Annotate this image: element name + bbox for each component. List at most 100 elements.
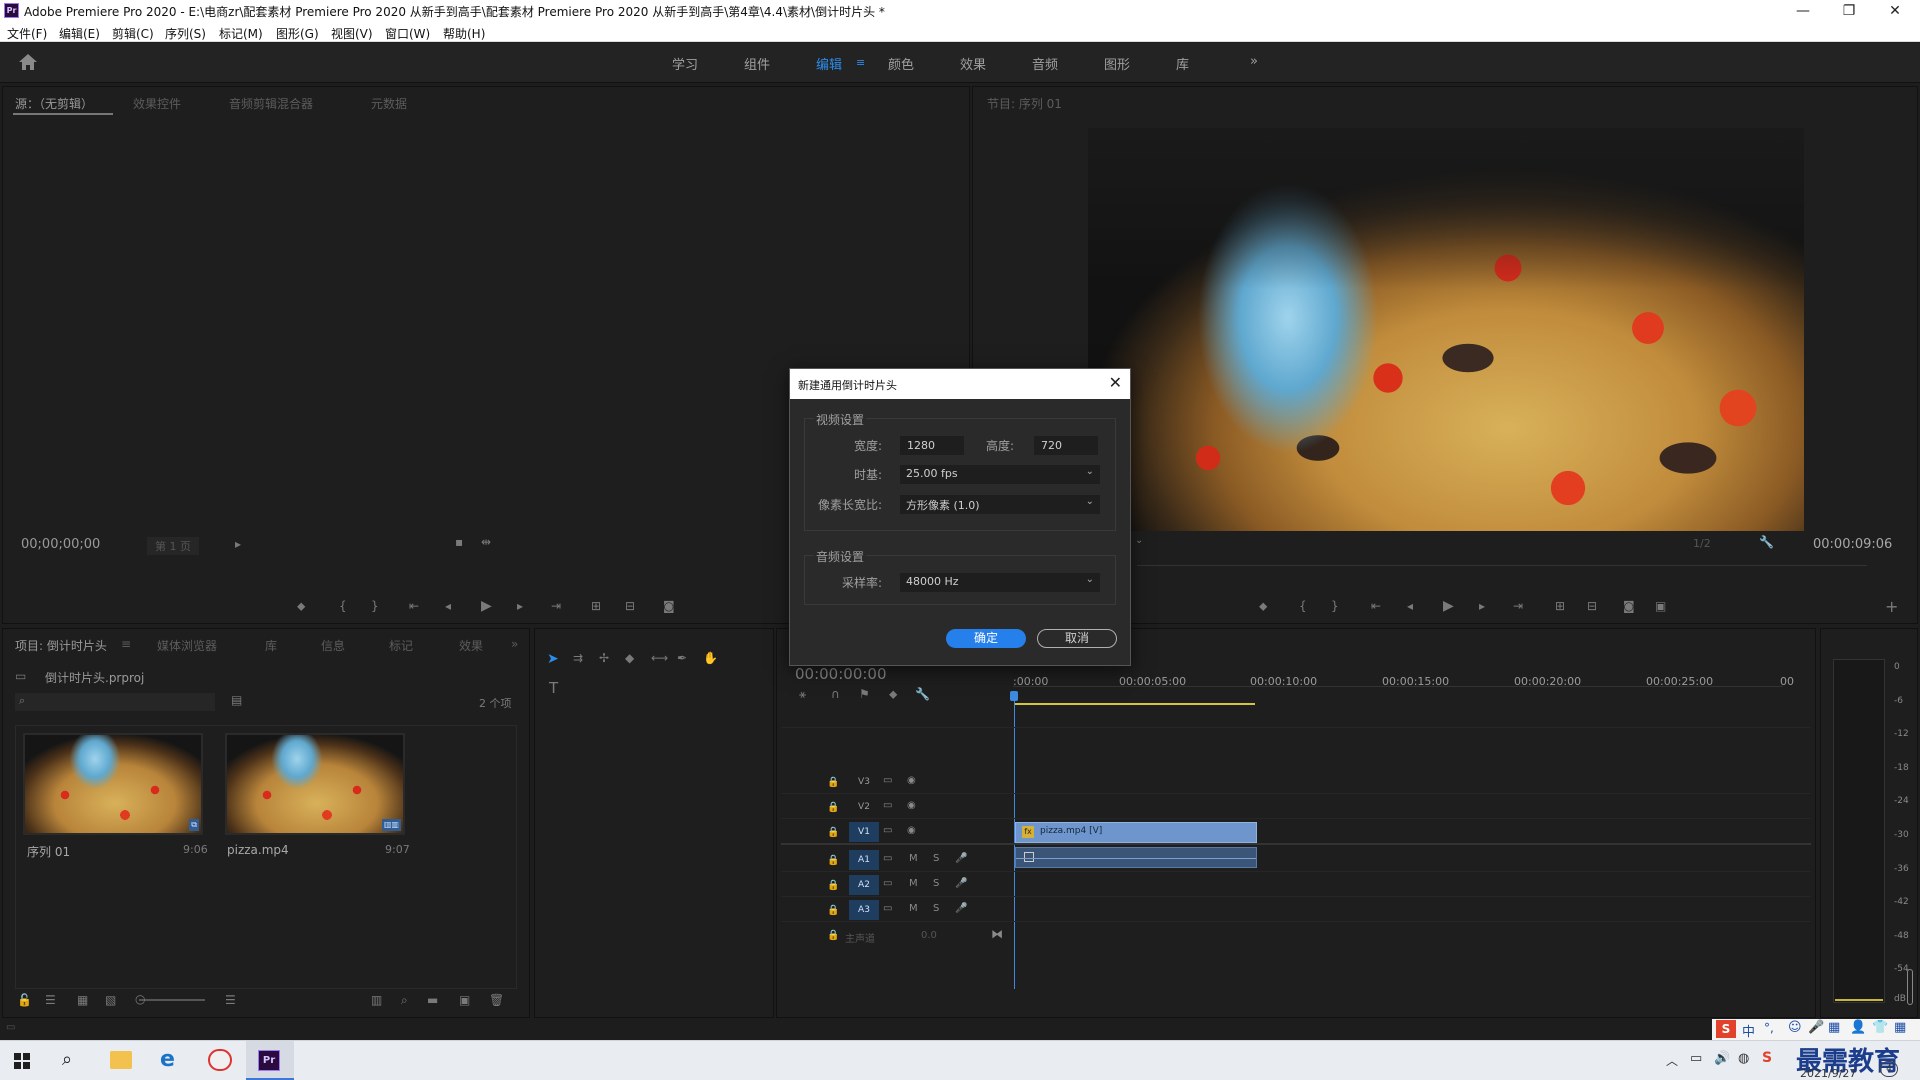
- a1-lock-icon[interactable]: 🔒: [827, 855, 839, 866]
- a3-mic-icon[interactable]: 🎤: [955, 903, 967, 914]
- zoom-slider[interactable]: [139, 999, 205, 1001]
- workspaces-overflow-icon[interactable]: »: [1250, 54, 1258, 69]
- snap-icon[interactable]: ∩: [831, 687, 840, 701]
- program-add-button-icon[interactable]: +: [1885, 597, 1898, 616]
- close-window-button[interactable]: ✕: [1872, 0, 1918, 22]
- go-to-in-icon[interactable]: ⇤: [409, 599, 419, 613]
- menu-view[interactable]: 视图(V): [331, 25, 373, 42]
- tab-libraries-panel[interactable]: 库: [265, 637, 277, 654]
- tab-info[interactable]: 信息: [321, 637, 345, 654]
- a1-mute-icon[interactable]: M: [909, 853, 918, 864]
- ime-grid-icon[interactable]: ▦: [1894, 1020, 1906, 1035]
- paint-app-icon[interactable]: [208, 1049, 232, 1071]
- tray-overflow-icon[interactable]: ︿: [1666, 1052, 1678, 1069]
- razor-tool-icon[interactable]: ◆: [625, 651, 634, 665]
- ime-user-icon[interactable]: 👤: [1850, 1020, 1866, 1035]
- tab-audio[interactable]: 音频: [1032, 54, 1058, 73]
- ime-voice-icon[interactable]: 🎤: [1808, 1020, 1824, 1035]
- a2-lock-icon[interactable]: 🔒: [827, 880, 839, 891]
- workspace-menu-icon[interactable]: ≡: [856, 56, 865, 69]
- comparison-view-icon[interactable]: ▣: [1655, 599, 1666, 613]
- source-page-select[interactable]: 第 1 页: [147, 537, 199, 555]
- track-a1[interactable]: A1: [849, 850, 879, 870]
- volume-icon[interactable]: 🔊: [1714, 1051, 1730, 1066]
- freeform-view-icon[interactable]: ▧: [105, 993, 116, 1007]
- program-timecode[interactable]: 00:00:09:06: [1813, 537, 1892, 552]
- program-step-back-icon[interactable]: ◂: [1407, 599, 1413, 613]
- ime-punct-icon[interactable]: °,: [1764, 1021, 1774, 1035]
- a3-sync-icon[interactable]: ▭: [883, 903, 892, 914]
- master-track-value[interactable]: 0.0: [921, 930, 937, 941]
- ime-mode[interactable]: 中: [1742, 1021, 1755, 1040]
- premiere-taskbar-button[interactable]: Pr: [246, 1041, 294, 1080]
- sogou-ime-icon[interactable]: S: [1716, 1020, 1736, 1038]
- nest-icon[interactable]: ⚹: [799, 687, 806, 702]
- master-lock-icon[interactable]: 🔒: [827, 930, 839, 941]
- v1-sync-icon[interactable]: ▭: [883, 825, 892, 836]
- tab-audio-clip-mixer[interactable]: 音频剪辑混合器: [229, 95, 313, 112]
- dialog-close-icon[interactable]: ✕: [1109, 373, 1122, 392]
- mark-out-icon[interactable]: }: [371, 599, 379, 613]
- new-item-icon[interactable]: ▣: [459, 993, 470, 1007]
- a3-mute-icon[interactable]: M: [909, 903, 918, 914]
- add-marker-icon[interactable]: ⬥: [297, 599, 305, 614]
- track-a2[interactable]: A2: [849, 875, 879, 895]
- program-add-marker-icon[interactable]: ⬥: [1259, 599, 1267, 614]
- tab-learning[interactable]: 学习: [672, 54, 698, 73]
- v2-sync-icon[interactable]: ▭: [883, 800, 892, 811]
- tab-media-browser[interactable]: 媒体浏览器: [157, 637, 217, 654]
- file-explorer-icon[interactable]: [110, 1051, 132, 1069]
- sort-icon[interactable]: ☰: [225, 993, 236, 1007]
- tab-program[interactable]: 节目: 序列 01: [987, 95, 1062, 112]
- icon-view-icon[interactable]: ▦: [77, 993, 88, 1007]
- ime-toolbar[interactable]: S 中 °, ☺ 🎤 ▦ 👤 👕 ▦: [1712, 1019, 1920, 1040]
- ok-button[interactable]: 确定: [946, 629, 1026, 648]
- sample-rate-select[interactable]: 48000 Hz ⌄: [900, 573, 1100, 592]
- a3-lock-icon[interactable]: 🔒: [827, 905, 839, 916]
- windows-start-icon[interactable]: [14, 1053, 30, 1069]
- program-go-to-out-icon[interactable]: ⇥: [1513, 599, 1523, 613]
- insert-icon[interactable]: ⊞: [591, 599, 601, 613]
- restore-button[interactable]: ❐: [1826, 0, 1872, 22]
- v2-eye-icon[interactable]: ◉: [907, 800, 916, 811]
- v3-eye-icon[interactable]: ◉: [907, 775, 916, 786]
- tab-effects-panel[interactable]: 效果: [459, 637, 483, 654]
- automate-to-sequence-icon[interactable]: ▥: [371, 993, 382, 1007]
- project-bin-area[interactable]: [15, 725, 517, 989]
- a2-sync-icon[interactable]: ▭: [883, 878, 892, 889]
- menu-window[interactable]: 窗口(W): [385, 25, 430, 42]
- tab-editing[interactable]: 编辑: [816, 54, 842, 73]
- network-icon[interactable]: ▭: [1690, 1051, 1702, 1066]
- a2-mute-icon[interactable]: M: [909, 878, 918, 889]
- export-frame-icon[interactable]: ◙: [663, 599, 675, 613]
- play-icon[interactable]: ▶: [481, 598, 492, 614]
- wrench-icon[interactable]: 🔧: [1759, 535, 1774, 549]
- go-to-out-icon[interactable]: ⇥: [551, 599, 561, 613]
- type-tool-icon[interactable]: T: [549, 679, 558, 697]
- height-input[interactable]: [1034, 436, 1098, 455]
- ripple-edit-tool-icon[interactable]: ✢: [599, 651, 609, 665]
- menu-graphics[interactable]: 图形(G): [276, 25, 319, 42]
- tab-graphics[interactable]: 图形: [1104, 54, 1130, 73]
- linked-selection-icon[interactable]: ⚑: [859, 687, 870, 701]
- width-input[interactable]: [900, 436, 964, 455]
- tab-metadata[interactable]: 元数据: [371, 95, 407, 112]
- lock-icon[interactable]: 🔓: [17, 993, 32, 1007]
- overwrite-icon[interactable]: ⊟: [625, 599, 635, 613]
- v2-lock-icon[interactable]: 🔒: [827, 802, 839, 813]
- program-play-icon[interactable]: ▶: [1443, 598, 1454, 614]
- v3-sync-icon[interactable]: ▭: [883, 775, 892, 786]
- trash-icon[interactable]: 🗑: [489, 993, 504, 1007]
- a2-mic-icon[interactable]: 🎤: [955, 878, 967, 889]
- program-zoom-select[interactable]: 1/2: [1693, 537, 1711, 550]
- tab-effects[interactable]: 效果: [960, 54, 986, 73]
- menu-clip[interactable]: 剪辑(C): [112, 25, 154, 42]
- source-play-small-icon[interactable]: ▸: [235, 537, 241, 551]
- ime-emoji-icon[interactable]: ☺: [1788, 1020, 1802, 1035]
- tab-color[interactable]: 颜色: [888, 54, 914, 73]
- project-panel-menu-icon[interactable]: ≡: [121, 637, 131, 651]
- go-to-end-icon[interactable]: ⧓: [991, 927, 1003, 941]
- tray-app-icon[interactable]: ◍: [1738, 1051, 1749, 1066]
- a3-solo-icon[interactable]: S: [933, 903, 939, 914]
- a1-mic-icon[interactable]: 🎤: [955, 853, 967, 864]
